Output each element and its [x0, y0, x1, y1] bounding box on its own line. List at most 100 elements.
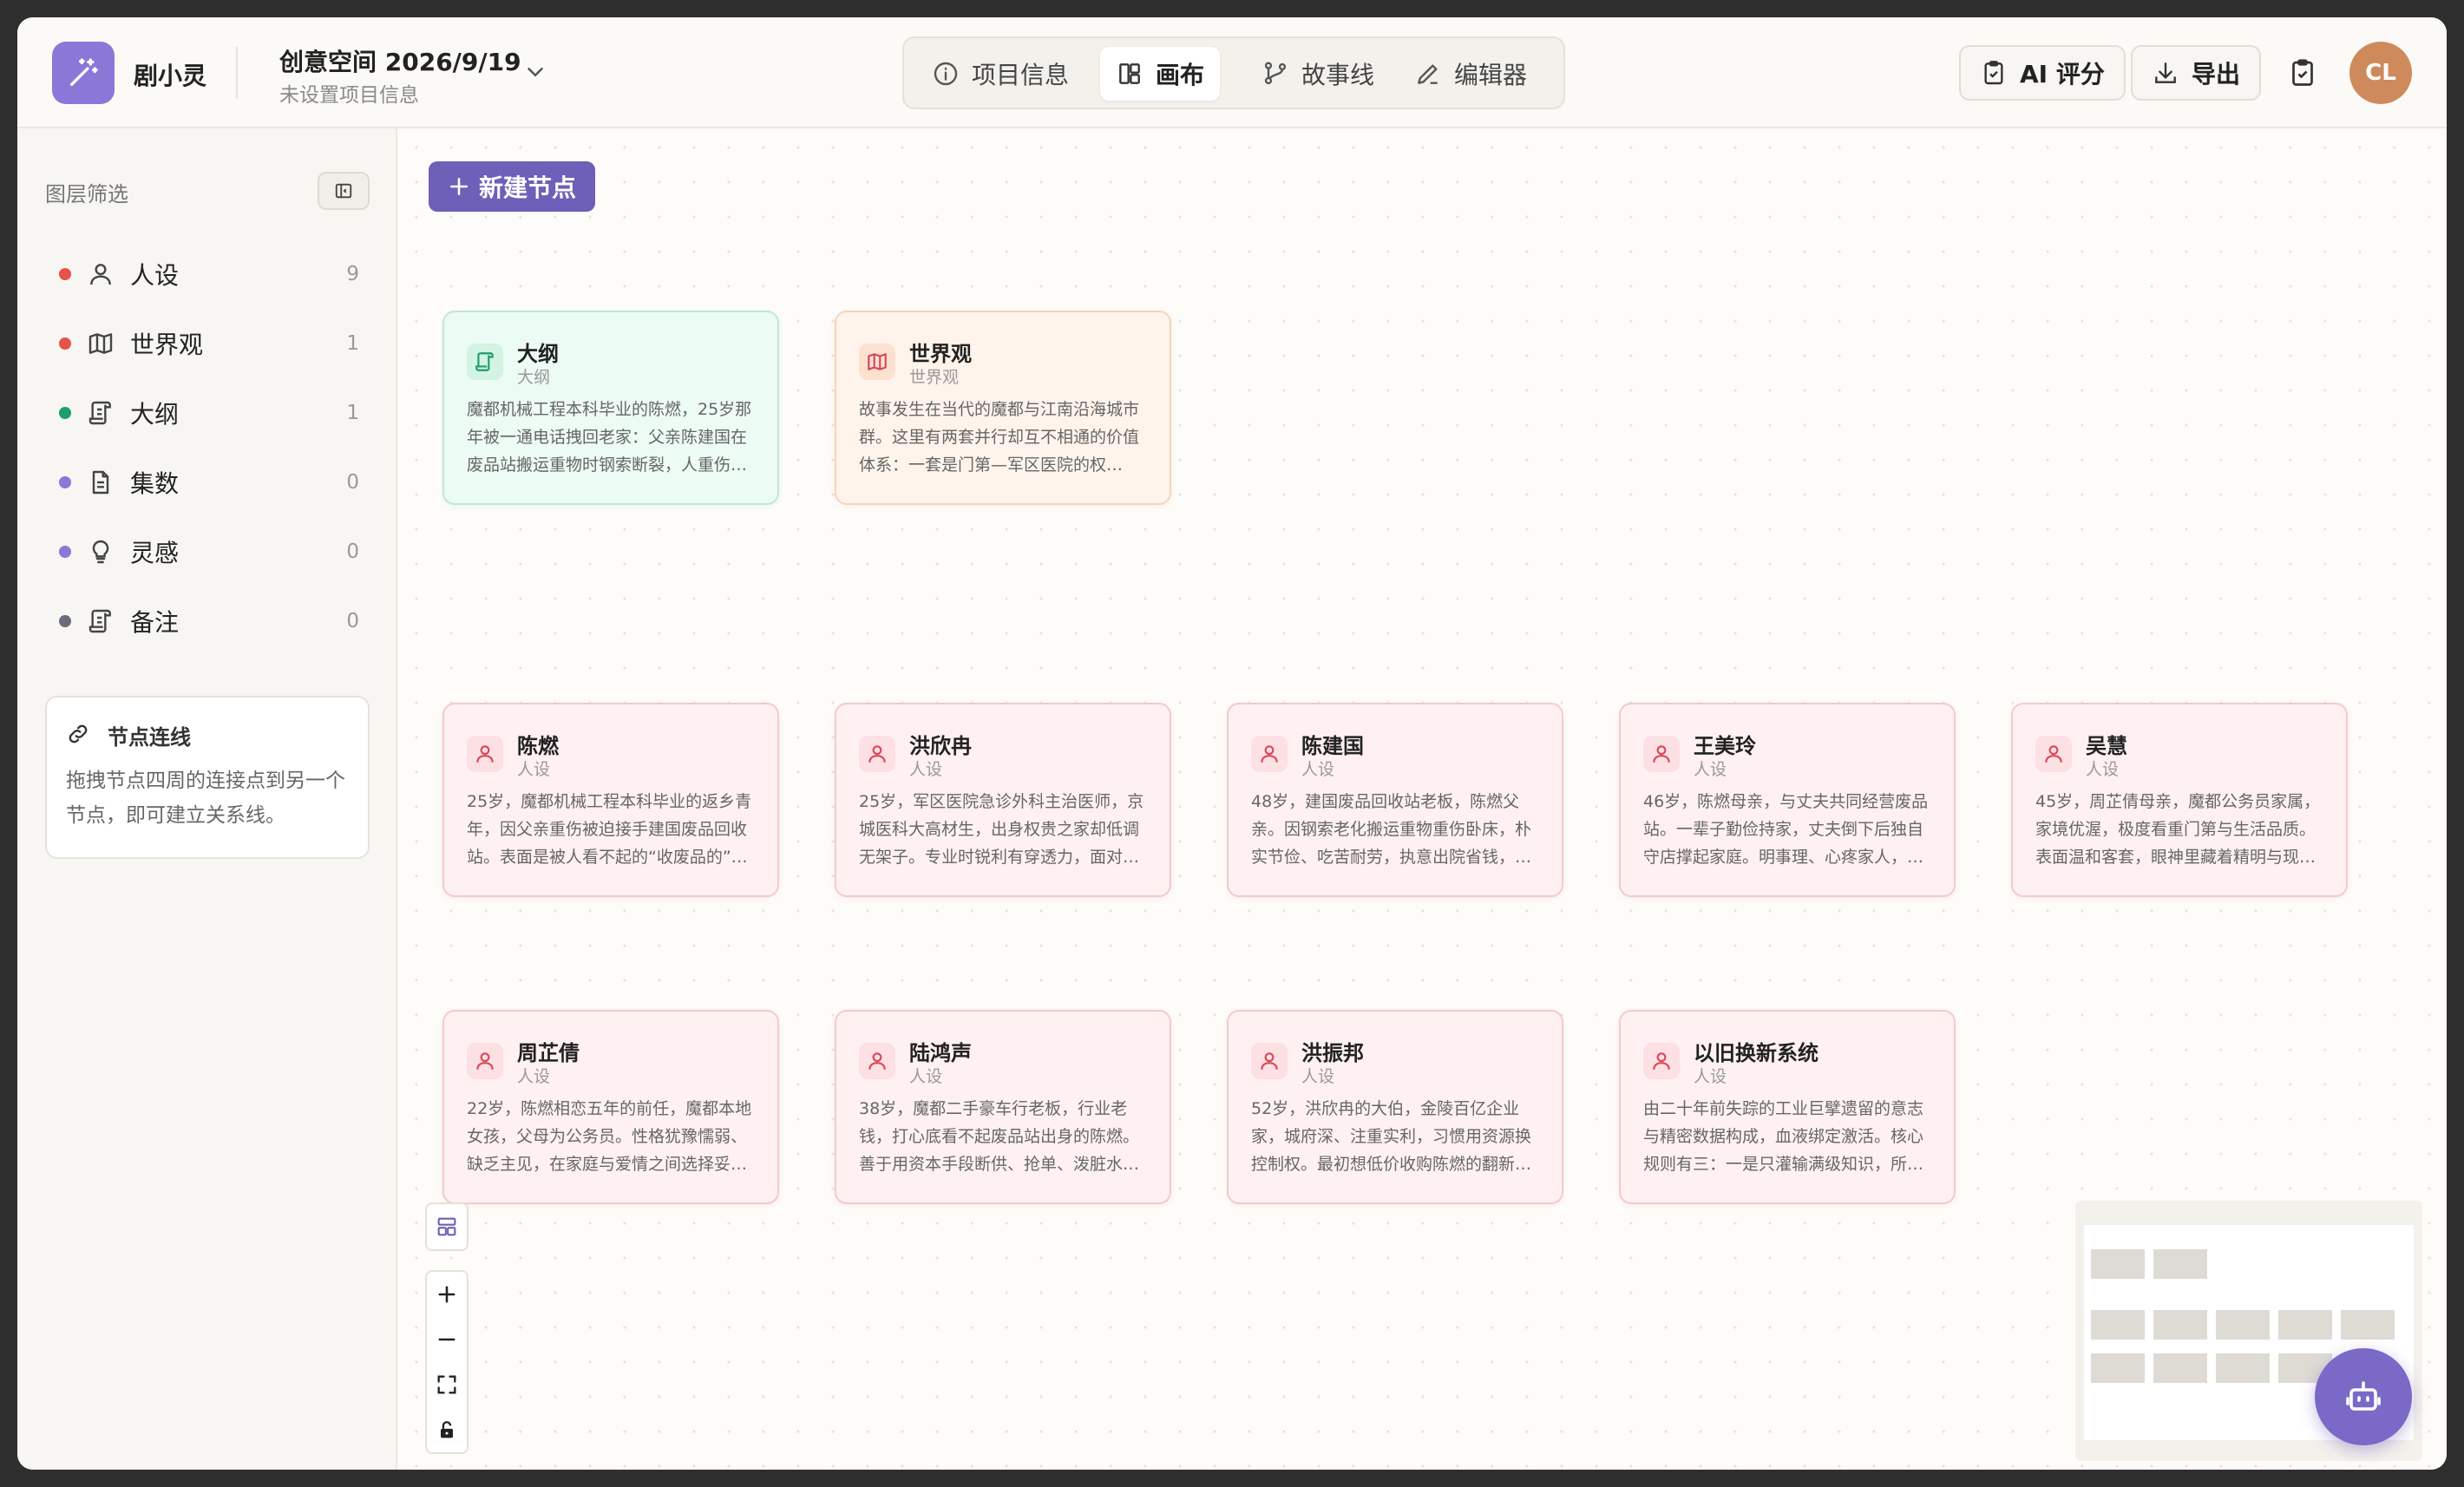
- connection-hint-card: 节点连线 拖拽节点四周的连接点到另一个节点，即可建立关系线。: [45, 696, 370, 859]
- node-title: 吴慧: [2086, 734, 2127, 758]
- export-label: 导出: [2192, 60, 2241, 88]
- minimap-node: [2153, 1249, 2207, 1279]
- layer-color-dot: [59, 407, 71, 419]
- tab-label: 画布: [1156, 61, 1205, 89]
- node-card-outline[interactable]: 大纲 大纲 魔都机械工程本科毕业的陈燃，25岁那年被一通电话拽回老家：父亲陈建国…: [442, 311, 779, 505]
- node-description: 22岁，陈燃相恋五年的前任，魔都本地女孩，父母为公务员。性格犹豫懦弱、缺乏主见，…: [467, 1099, 752, 1174]
- pen-icon: [1418, 64, 1438, 84]
- node-title: 陆鸿声: [909, 1041, 972, 1065]
- ai-score-label: AI 评分: [2020, 60, 2105, 88]
- lock-button[interactable]: [427, 1407, 467, 1452]
- node-card-role[interactable]: 吴慧 人设 45岁，周芷倩母亲，魔都公务员家属，家境优渥，极度看重门第与生活品质…: [2011, 703, 2348, 897]
- download-icon: [2155, 62, 2176, 83]
- node-description: 38岁，魔都二手豪车行老板，行业老钱，打心底看不起废品站出身的陈燃。善于用资本手…: [859, 1099, 1140, 1174]
- node-card-role[interactable]: 周芷倩 人设 22岁，陈燃相恋五年的前任，魔都本地女孩，父母为公务员。性格犹豫懦…: [442, 1010, 779, 1204]
- magic-wand-icon: [70, 58, 98, 87]
- node-type: 人设: [1694, 1067, 1727, 1086]
- node-card-role[interactable]: 洪振邦 人设 52岁，洪欣冉的大伯，金陵百亿企业家，城府深、注重实利，习惯用资源…: [1227, 1010, 1563, 1204]
- minimap-node: [2153, 1310, 2207, 1340]
- node-description: 25岁，军区医院急诊外科主治医师，京城医科大高材生，出身权贵之家却低调无架子。专…: [859, 792, 1144, 867]
- node-title: 陈建国: [1301, 734, 1364, 758]
- layer-label: 世界观: [130, 331, 204, 359]
- node-description: 25岁，魔都机械工程本科毕业的返乡青年，因父亲重伤被迫接手建国废品回收站。表面是…: [467, 792, 752, 867]
- layer-color-dot: [59, 546, 71, 558]
- new-node-button[interactable]: 新建节点: [429, 161, 595, 212]
- node-type: 世界观: [909, 368, 960, 387]
- user-icon: [868, 1052, 886, 1070]
- node-icon-badge: [1251, 736, 1288, 772]
- user-icon: [2045, 745, 2062, 763]
- tab-label: 编辑器: [1454, 61, 1528, 89]
- layout-icon: [1119, 63, 1140, 84]
- fit-view-button[interactable]: [427, 1362, 467, 1407]
- app-name: 剧小灵: [134, 62, 207, 90]
- view-tabs: 项目信息 画布 故事线 编辑器: [902, 36, 1565, 109]
- node-title: 周芷倩: [517, 1041, 580, 1065]
- chevron-down-icon[interactable]: [522, 59, 548, 85]
- minimap-node: [2278, 1310, 2332, 1340]
- tab-label: 故事线: [1301, 61, 1375, 89]
- info-icon: [934, 62, 958, 86]
- node-card-role[interactable]: 王美玲 人设 46岁，陈燃母亲，与丈夫共同经营废品站。一辈子勤俭持家，丈夫倒下后…: [1619, 703, 1956, 897]
- sidebar-item-outline[interactable]: 大纲 1: [43, 387, 378, 439]
- clipboard-check-icon: [1984, 61, 2003, 85]
- layer-color-dot: [59, 268, 71, 280]
- map-icon: [868, 353, 887, 370]
- plus-icon: [450, 178, 468, 195]
- node-icon-badge: [467, 344, 503, 380]
- document-icon: [92, 470, 109, 495]
- node-description: 魔都机械工程本科毕业的陈燃，25岁那年被一通电话拽回老家：父亲陈建国在废品站搬运…: [467, 400, 752, 475]
- app-logo[interactable]: [52, 42, 115, 104]
- auto-layout-button[interactable]: [427, 1204, 467, 1249]
- user-icon: [868, 745, 886, 763]
- sidebar-item-role[interactable]: 人设 9: [43, 248, 378, 300]
- sidebar-item-world[interactable]: 世界观 1: [43, 318, 378, 370]
- layer-count: 0: [346, 471, 359, 494]
- node-icon-badge: [1643, 736, 1680, 772]
- clipboard-icon[interactable]: [2287, 57, 2318, 88]
- tab-editor[interactable]: 编辑器: [1399, 47, 1543, 101]
- layer-count: 0: [346, 610, 359, 632]
- tab-canvas[interactable]: 画布: [1100, 47, 1221, 101]
- sidebar-item-episodes[interactable]: 集数 0: [43, 456, 378, 508]
- node-type: 人设: [909, 760, 943, 779]
- node-card-role[interactable]: 陈燃 人设 25岁，魔都机械工程本科毕业的返乡青年，因父亲重伤被迫接手建国废品回…: [442, 703, 779, 897]
- node-description: 故事发生在当代的魔都与江南沿海城市群。这里有两套并行却互不相通的价值体系：一套是…: [859, 400, 1140, 475]
- sidebar-item-notes[interactable]: 备注 0: [43, 595, 378, 647]
- node-icon-badge: [2035, 736, 2072, 772]
- tab-project-info[interactable]: 项目信息: [916, 47, 1085, 101]
- node-description: 45岁，周芷倩母亲，魔都公务员家属，家境优渥，极度看重门第与生活品质。表面温和客…: [2035, 792, 2321, 867]
- node-card-world[interactable]: 世界观 世界观 故事发生在当代的魔都与江南沿海城市群。这里有两套并行却互不相通的…: [835, 311, 1171, 505]
- user-icon: [1653, 745, 1670, 763]
- node-title: 以旧换新系统: [1694, 1041, 1819, 1065]
- project-subtitle: 未设置项目信息: [279, 84, 419, 107]
- sidebar-collapse-button[interactable]: [318, 172, 370, 210]
- node-title: 洪欣冉: [909, 734, 972, 758]
- tab-storyline[interactable]: 故事线: [1246, 47, 1390, 101]
- minimap-node: [2216, 1310, 2270, 1340]
- layer-label: 大纲: [130, 400, 180, 429]
- user-icon: [90, 264, 111, 285]
- zoom-in-button[interactable]: [427, 1272, 467, 1317]
- user-avatar[interactable]: CL: [2349, 42, 2412, 104]
- node-type: 人设: [1694, 760, 1727, 779]
- node-type: 人设: [1301, 760, 1335, 779]
- panel-collapse-icon: [335, 183, 352, 199]
- node-card-role[interactable]: 以旧换新系统 人设 由二十年前失踪的工业巨擘遗留的意志与精密数据构成，血液绑定激…: [1619, 1010, 1956, 1204]
- ai-assistant-button[interactable]: [2315, 1348, 2412, 1445]
- node-canvas[interactable]: 新建节点 大纲 大纲 魔都机械工程本科毕业的陈燃，25岁那年被一通电话拽回老家：…: [399, 130, 2447, 1470]
- node-card-role[interactable]: 陆鸿声 人设 38岁，魔都二手豪车行老板，行业老钱，打心底看不起废品站出身的陈燃…: [835, 1010, 1171, 1204]
- project-title[interactable]: 创意空间 2026/9/19: [279, 43, 521, 78]
- branch-icon: [1264, 62, 1287, 85]
- layer-label: 集数: [130, 469, 180, 498]
- node-icon-badge: [859, 1043, 895, 1079]
- ai-score-button[interactable]: AI 评分: [1959, 45, 2126, 101]
- sidebar-item-inspiration[interactable]: 灵感 0: [43, 526, 378, 578]
- plus-icon: [438, 1286, 455, 1303]
- zoom-out-button[interactable]: [427, 1317, 467, 1362]
- zoom-controls: [425, 1270, 469, 1454]
- export-button[interactable]: 导出: [2131, 45, 2262, 101]
- auto-layout-control: [425, 1202, 469, 1251]
- node-card-role[interactable]: 洪欣冉 人设 25岁，军区医院急诊外科主治医师，京城医科大高材生，出身权贵之家却…: [835, 703, 1171, 897]
- node-card-role[interactable]: 陈建国 人设 48岁，建国废品回收站老板，陈燃父亲。因钢索老化搬运重物重伤卧床，…: [1227, 703, 1563, 897]
